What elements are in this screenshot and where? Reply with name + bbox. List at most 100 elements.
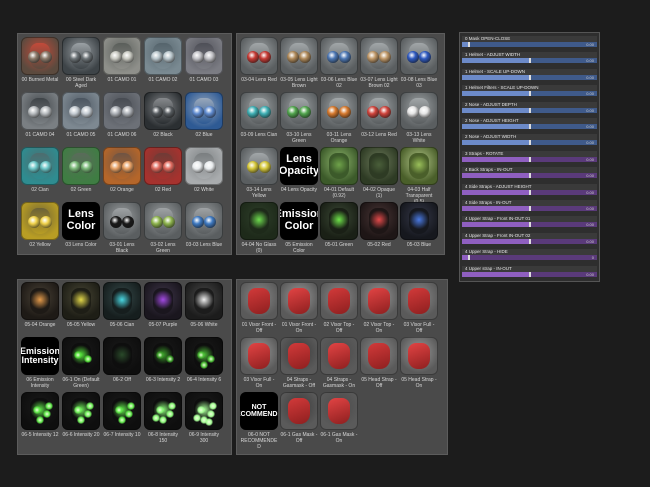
preset-thumbnail[interactable]: 04 Straps - Gasmask - Off <box>280 337 318 389</box>
slider-track[interactable]: 0.00 <box>462 156 597 162</box>
preset-thumbnail[interactable]: 05-06 Cian <box>103 282 141 328</box>
slider-handle[interactable] <box>528 222 531 228</box>
preset-thumbnail[interactable]: 03 Visor Full - Off <box>400 282 438 334</box>
preset-thumbnail[interactable]: 01 CAMO 02 <box>144 37 182 83</box>
slider-track[interactable]: 0.00 <box>462 74 597 80</box>
preset-thumbnail[interactable]: 03-14 Lens Yellow <box>240 147 278 199</box>
slider-handle[interactable] <box>528 58 531 64</box>
slider-track[interactable]: 0.00 <box>462 189 597 195</box>
preset-thumbnail[interactable]: 05-02 Red <box>360 202 398 248</box>
morph-slider[interactable]: 0 Mask OPEN-CLOSE 0.00 <box>462 36 597 48</box>
slider-handle[interactable] <box>528 140 531 146</box>
preset-thumbnail[interactable]: 02 Visor Top - Off <box>320 282 358 334</box>
preset-thumbnail[interactable]: 03-01 Lens Black <box>103 202 141 254</box>
preset-thumbnail[interactable]: 01 CAMO 01 <box>103 37 141 83</box>
morph-slider[interactable]: 4 Upper Strap - Front IN-OUT 01 0.00 <box>462 216 597 228</box>
preset-thumbnail[interactable]: 04-02 Opaque (1) <box>360 147 398 199</box>
preset-thumbnail[interactable]: 04 Straps - Gasmask - On <box>320 337 358 389</box>
preset-thumbnail[interactable]: 03-05 Lens Light Brown <box>280 37 318 89</box>
preset-thumbnail[interactable]: 00 Steel Dark Aged <box>62 37 100 89</box>
preset-thumbnail[interactable]: 06-4 Intensity 6 <box>185 337 223 383</box>
slider-track[interactable]: 0.00 <box>462 42 597 47</box>
preset-thumbnail[interactable]: 03 Visor Full - On <box>240 337 278 389</box>
preset-thumbnail[interactable]: 03-08 Lens Blue 03 <box>400 37 438 89</box>
preset-thumbnail[interactable]: 03-11 Lens Orange <box>320 92 358 144</box>
slider-handle[interactable] <box>528 271 531 277</box>
preset-thumbnail[interactable]: 02 Orange <box>103 147 141 193</box>
preset-thumbnail[interactable]: 02 Cian <box>21 147 59 193</box>
morph-slider[interactable]: 4 Side Straps - ADJUST HEIGHT 0.00 <box>462 183 597 196</box>
preset-thumbnail[interactable]: 06-1 Gas Mask - On <box>320 392 358 444</box>
morph-slider[interactable]: 4 Side Straps - IN-OUT 0.00 <box>462 200 597 212</box>
preset-thumbnail[interactable]: 05-05 Yellow <box>62 282 100 328</box>
preset-thumbnail[interactable]: 04-01 Default (0.92) <box>320 147 358 199</box>
preset-thumbnail[interactable]: 04-04 No Glass (0) <box>240 202 278 254</box>
preset-thumbnail[interactable]: 02 Green <box>62 147 100 193</box>
preset-thumbnail[interactable]: 05-04 Orange <box>21 282 59 328</box>
slider-handle[interactable] <box>528 189 531 195</box>
slider-track[interactable]: 0.00 <box>462 222 597 228</box>
preset-thumbnail[interactable]: 06-5 Intensity 12 <box>21 392 59 438</box>
morph-slider[interactable]: 1 Helmet - ADJUST WIDTH 0.00 <box>462 52 597 64</box>
slider-handle[interactable] <box>528 91 531 97</box>
preset-thumbnail[interactable]: 01 CAMO 06 <box>103 92 141 138</box>
slider-track[interactable]: 0.00 <box>462 140 597 146</box>
morph-slider[interactable]: 4 Back Straps - IN-OUT 0.00 <box>462 167 597 179</box>
slider-handle[interactable] <box>467 42 470 47</box>
slider-track[interactable]: 0 <box>462 255 597 261</box>
morph-slider[interactable]: 4 Upper Strap - Front IN-OUT 02 0.00 <box>462 232 597 245</box>
slider-track[interactable]: 0.00 <box>462 206 597 211</box>
preset-thumbnail[interactable]: 01 CAMO 04 <box>21 92 59 138</box>
preset-thumbnail[interactable]: 01 CAMO 03 <box>185 37 223 83</box>
preset-thumbnail[interactable]: 02 Red <box>144 147 182 193</box>
preset-thumbnail[interactable]: 03-06 Lens Blue 02 <box>320 37 358 89</box>
preset-thumbnail[interactable]: 05 Head Strap - Off <box>360 337 398 389</box>
preset-thumbnail[interactable]: 05-06 White <box>185 282 223 328</box>
preset-thumbnail[interactable]: 03-13 Lens White <box>400 92 438 144</box>
morph-slider[interactable]: 1 Helmet - SCALE UP-DOWN 0.00 <box>462 68 597 81</box>
morph-slider[interactable]: 3 Straps - ROTATE 0.00 <box>462 150 597 163</box>
preset-thumbnail[interactable]: Lens Opacity 04 Lens Opacity <box>280 147 318 193</box>
preset-thumbnail[interactable]: 02 Blue <box>185 92 223 138</box>
slider-handle[interactable] <box>528 173 531 179</box>
slider-track[interactable]: 0.00 <box>462 91 597 97</box>
slider-track[interactable]: 0.00 <box>462 107 597 113</box>
preset-thumbnail[interactable]: 03-10 Lens Green <box>280 92 318 144</box>
preset-thumbnail[interactable]: 02 Black <box>144 92 182 138</box>
preset-thumbnail[interactable]: 03-03 Lens Blue <box>185 202 223 248</box>
preset-thumbnail[interactable]: 00 Burned Metal <box>21 37 59 83</box>
preset-thumbnail[interactable]: 06-8 Intensity 150 <box>144 392 182 444</box>
preset-thumbnail[interactable]: 06-9 Intensity 300 <box>185 392 223 444</box>
preset-thumbnail[interactable]: 02 Yellow <box>21 202 59 248</box>
preset-thumbnail[interactable]: 03-02 Lens Green <box>144 202 182 254</box>
preset-thumbnail[interactable]: Emission Color 05 Emission Color <box>280 202 318 254</box>
preset-thumbnail[interactable]: 04-03 Half Transparent (0.5) <box>400 147 438 205</box>
slider-track[interactable]: 0.00 <box>462 173 597 179</box>
morph-slider[interactable]: 1 Helmet Filters - SCALE UP-DOWN 0.00 <box>462 85 597 97</box>
slider-track[interactable]: 0.00 <box>462 271 597 277</box>
morph-slider[interactable]: 2 Nose - ADJUST HEIGHT 0.00 <box>462 118 597 130</box>
slider-handle[interactable] <box>528 124 531 129</box>
slider-handle[interactable] <box>467 255 470 261</box>
slider-track[interactable]: 0.00 <box>462 124 597 129</box>
slider-handle[interactable] <box>528 238 531 244</box>
morph-slider[interactable]: 4 Upper Strap - HIDE 0 <box>462 249 597 261</box>
preset-thumbnail[interactable]: 05-01 Green <box>320 202 358 248</box>
preset-thumbnail[interactable]: 03-09 Lens Cian <box>240 92 278 138</box>
preset-thumbnail[interactable]: 05-03 Blue <box>400 202 438 248</box>
slider-handle[interactable] <box>528 74 531 80</box>
preset-thumbnail[interactable]: 06-1 On (Default Green) <box>62 337 100 389</box>
slider-handle[interactable] <box>528 156 531 162</box>
preset-thumbnail[interactable]: Lens Color 03 Lens Color <box>62 202 100 248</box>
slider-track[interactable]: 0.00 <box>462 58 597 64</box>
preset-thumbnail[interactable]: 01 CAMO 05 <box>62 92 100 138</box>
preset-thumbnail[interactable]: 05 Head Strap - On <box>400 337 438 389</box>
preset-thumbnail[interactable]: 03-07 Lens Light Brown 02 <box>360 37 398 89</box>
preset-thumbnail[interactable]: 06-7 Intensity 10 <box>103 392 141 438</box>
preset-thumbnail[interactable]: 02 White <box>185 147 223 193</box>
slider-handle[interactable] <box>528 107 531 113</box>
morph-slider[interactable]: 2 Nose - ADJUST DEPTH 0.00 <box>462 101 597 114</box>
preset-thumbnail[interactable]: 01 Visor Front - Off <box>240 282 278 334</box>
preset-thumbnail[interactable]: 03-04 Lens Red <box>240 37 278 83</box>
preset-thumbnail[interactable]: 01 Visor Front - On <box>280 282 318 334</box>
